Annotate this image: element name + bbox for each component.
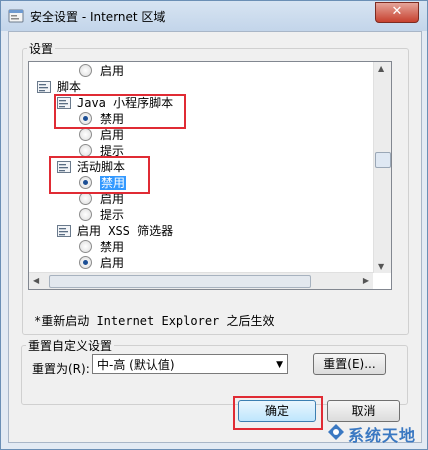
tree-node-label: Java 小程序脚本: [77, 96, 174, 110]
tree-option-row[interactable]: 禁用: [79, 175, 127, 191]
radio-unchecked-icon[interactable]: [79, 208, 92, 221]
radio-unchecked-icon[interactable]: [79, 128, 92, 141]
restart-note: *重新启动 Internet Explorer 之后生效: [34, 314, 275, 328]
tree-node-label: 启用 XSS 筛选器: [77, 224, 174, 238]
radio-unchecked-icon[interactable]: [79, 144, 92, 157]
reset-level-value: 中-高 (默认值): [97, 358, 175, 372]
script-node-icon: [57, 97, 71, 109]
tree-node-row[interactable]: 脚本: [37, 79, 81, 95]
tree-option-row[interactable]: 提示: [79, 143, 124, 159]
tree-option-label: 禁用: [100, 112, 125, 126]
tree-option-label: 禁用: [100, 176, 127, 190]
cancel-button[interactable]: 取消: [327, 400, 400, 422]
tree-option-label: 提示: [100, 144, 125, 158]
tree-option-row[interactable]: 禁用: [79, 239, 124, 255]
tree-node-row[interactable]: 启用 XSS 筛选器: [57, 223, 173, 239]
tree-option-label: 启用: [100, 192, 125, 206]
reset-button[interactable]: 重置(E)...: [313, 353, 386, 375]
radio-unchecked-icon[interactable]: [79, 64, 92, 77]
tree-option-label: 提示: [100, 208, 125, 222]
tree-option-row[interactable]: 启用: [79, 191, 124, 207]
tree-option-row[interactable]: 提示: [79, 207, 124, 223]
tree-node-row[interactable]: Java 小程序脚本: [57, 95, 173, 111]
tree-option-label: 启用: [100, 128, 125, 142]
script-node-icon: [37, 81, 51, 93]
reset-legend: 重置自定义设置: [28, 339, 113, 353]
reset-to-label: 重置为(R):: [32, 362, 90, 376]
horizontal-scrollbar[interactable]: ◀ ▶: [29, 272, 373, 289]
radio-unchecked-icon[interactable]: [79, 240, 92, 253]
security-settings-window: 安全设置 - Internet 区域 ✕ 设置 启用 脚本 Java 小程序脚本 禁用…: [0, 0, 428, 450]
horizontal-scroll-thumb[interactable]: [49, 275, 311, 288]
title-bar[interactable]: 安全设置 - Internet 区域 ✕: [1, 1, 427, 31]
ok-button[interactable]: 确定: [238, 400, 316, 422]
tree-option-row[interactable]: 启用: [79, 255, 124, 271]
watermark-text: 系统天地: [348, 426, 417, 445]
scroll-right-icon[interactable]: ▶: [363, 276, 369, 285]
tree-option-label: 启用: [100, 64, 125, 78]
radio-unchecked-icon[interactable]: [79, 192, 92, 205]
vertical-scroll-thumb[interactable]: [375, 152, 391, 168]
tree-option-row[interactable]: 启用: [79, 63, 124, 79]
watermark-logo-icon: [328, 424, 344, 440]
settings-window-icon: [8, 9, 24, 23]
tree-option-row[interactable]: 启用: [79, 127, 124, 143]
window-title: 安全设置 - Internet 区域: [30, 10, 166, 24]
settings-tree[interactable]: 启用 脚本 Java 小程序脚本 禁用 启用 提示 活动脚本 禁用 启用 提示 启用 XSS 筛选器…: [28, 61, 392, 290]
scroll-up-icon[interactable]: ▲: [378, 64, 384, 73]
settings-legend: 设置: [29, 42, 54, 56]
radio-checked-icon[interactable]: [79, 256, 92, 269]
dropdown-arrow-icon[interactable]: ▼: [276, 355, 283, 375]
script-node-icon: [57, 225, 71, 237]
radio-checked-icon[interactable]: [79, 112, 92, 125]
tree-option-label: 启用: [100, 256, 125, 270]
scroll-down-icon[interactable]: ▼: [378, 262, 384, 271]
tree-node-label: 脚本: [57, 80, 82, 94]
tree-option-label: 禁用: [100, 240, 125, 254]
settings-tree-rows: 启用 脚本 Java 小程序脚本 禁用 启用 提示 活动脚本 禁用 启用 提示 启用 XSS 筛选器…: [29, 62, 359, 273]
vertical-scrollbar[interactable]: ▲ ▼: [373, 62, 391, 273]
close-button[interactable]: ✕: [375, 2, 419, 23]
script-node-icon: [57, 161, 71, 173]
tree-option-row[interactable]: 禁用: [79, 111, 124, 127]
reset-level-select[interactable]: 中-高 (默认值) ▼: [92, 354, 288, 374]
radio-checked-icon[interactable]: [79, 176, 92, 189]
tree-node-row[interactable]: 活动脚本: [57, 159, 125, 175]
tree-node-label: 活动脚本: [77, 160, 126, 174]
scroll-left-icon[interactable]: ◀: [33, 276, 39, 285]
